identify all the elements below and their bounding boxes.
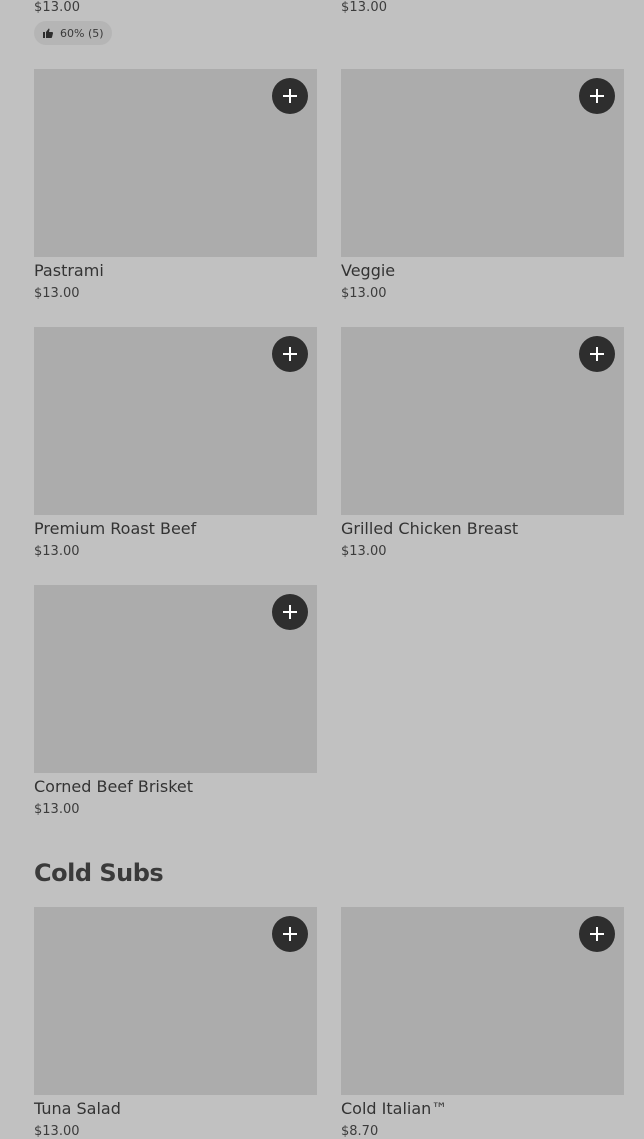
item-image: [34, 907, 317, 1095]
item-price: $13.00: [341, 544, 387, 559]
rating-text: 60% (5): [60, 26, 104, 40]
plus-icon: [283, 347, 297, 361]
menu-item-card[interactable]: Corned Beef Brisket $13.00: [34, 585, 317, 816]
item-name: Premium Roast Beef: [34, 519, 197, 538]
menu-item-card[interactable]: Pastrami $13.00: [34, 69, 317, 300]
item-name: Cold Italian™: [341, 1099, 448, 1118]
item-image: [34, 585, 317, 773]
thumbs-up-icon: [43, 28, 54, 38]
item-price: $13.00: [34, 0, 81, 15]
menu-item-card[interactable]: Grilled Chicken Breast $13.00: [341, 327, 624, 558]
menu-item-card[interactable]: Cold Italian™ $8.70: [341, 907, 624, 1138]
section-title: Cold Subs: [34, 859, 164, 887]
add-to-cart-button[interactable]: [272, 78, 308, 114]
add-to-cart-button[interactable]: [579, 916, 615, 952]
item-name: Pastrami: [34, 261, 104, 280]
item-price: $13.00: [34, 286, 80, 301]
add-to-cart-button[interactable]: [272, 916, 308, 952]
item-price: $13.00: [34, 544, 80, 559]
item-image: [34, 327, 317, 515]
item-price: $13.00: [341, 286, 387, 301]
plus-icon: [590, 89, 604, 103]
item-image: [341, 69, 624, 257]
item-image: [341, 907, 624, 1095]
rating-badge: 60% (5): [34, 21, 112, 45]
item-price: $8.70: [341, 1124, 379, 1139]
add-to-cart-button[interactable]: [272, 594, 308, 630]
add-to-cart-button[interactable]: [579, 336, 615, 372]
item-name: Tuna Salad: [34, 1099, 121, 1118]
menu-item-card[interactable]: Tuna Salad $13.00: [34, 907, 317, 1138]
menu-item-card[interactable]: Veggie $13.00: [341, 69, 624, 300]
add-to-cart-button[interactable]: [272, 336, 308, 372]
item-price: $13.00: [341, 0, 388, 15]
plus-icon: [283, 605, 297, 619]
plus-icon: [590, 927, 604, 941]
plus-icon: [283, 89, 297, 103]
add-to-cart-button[interactable]: [579, 78, 615, 114]
item-price: $13.00: [34, 802, 80, 817]
item-image: [34, 69, 317, 257]
item-name: Veggie: [341, 261, 396, 280]
plus-icon: [283, 927, 297, 941]
item-name: Corned Beef Brisket: [34, 777, 194, 796]
menu-item-card[interactable]: Premium Roast Beef $13.00: [34, 327, 317, 558]
item-image: [341, 327, 624, 515]
plus-icon: [590, 347, 604, 361]
item-name: Grilled Chicken Breast: [341, 519, 519, 538]
item-price: $13.00: [34, 1124, 80, 1139]
